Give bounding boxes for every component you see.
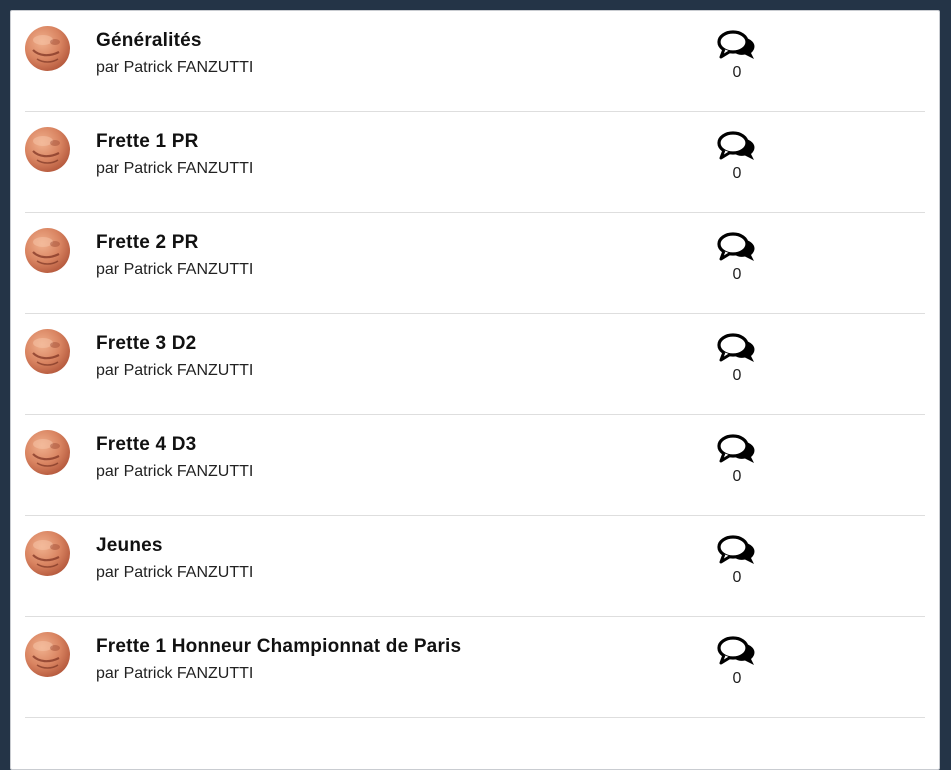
reply-count-block: 0 <box>715 30 759 82</box>
topic-author: par Patrick FANZUTTI <box>96 564 254 581</box>
topic-author: par Patrick FANZUTTI <box>96 59 254 76</box>
reply-count-block: 0 <box>715 535 759 587</box>
topic-title[interactable]: Frette 1 PR <box>96 131 199 153</box>
avatar-face-icon <box>32 540 60 568</box>
reply-count: 0 <box>732 367 742 384</box>
avatar-face-icon <box>32 641 60 669</box>
topic-author: par Patrick FANZUTTI <box>96 160 254 177</box>
user-avatar[interactable] <box>25 127 70 172</box>
comments-icon <box>717 636 755 665</box>
topic-author: par Patrick FANZUTTI <box>96 362 254 379</box>
reply-count: 0 <box>732 266 742 283</box>
topic-title[interactable]: Frette 2 PR <box>96 232 199 254</box>
topic-author: par Patrick FANZUTTI <box>96 261 254 278</box>
reply-count: 0 <box>732 569 742 586</box>
topic-row[interactable]: Frette 2 PR par Patrick FANZUTTI 0 <box>25 213 925 314</box>
user-avatar[interactable] <box>25 531 70 576</box>
reply-count: 0 <box>732 165 742 182</box>
comments-icon <box>717 333 755 362</box>
topic-title[interactable]: Frette 3 D2 <box>96 333 196 355</box>
topic-row[interactable]: Frette 3 D2 par Patrick FANZUTTI 0 <box>25 314 925 415</box>
topic-title[interactable]: Frette 4 D3 <box>96 434 196 456</box>
reply-count-block: 0 <box>715 333 759 385</box>
user-avatar[interactable] <box>25 632 70 677</box>
topic-title[interactable]: Frette 1 Honneur Championnat de Paris <box>96 636 461 658</box>
topic-row[interactable]: Jeunes par Patrick FANZUTTI 0 <box>25 516 925 617</box>
user-avatar[interactable] <box>25 430 70 475</box>
reply-count-block: 0 <box>715 434 759 486</box>
reply-count: 0 <box>732 468 742 485</box>
reply-count: 0 <box>732 670 742 687</box>
avatar-face-icon <box>32 338 60 366</box>
topic-author: par Patrick FANZUTTI <box>96 665 254 682</box>
forum-panel: Généralités par Patrick FANZUTTI 0 Frett… <box>10 10 940 770</box>
topic-list: Généralités par Patrick FANZUTTI 0 Frett… <box>25 11 925 718</box>
topic-row[interactable]: Frette 1 PR par Patrick FANZUTTI 0 <box>25 112 925 213</box>
reply-count-block: 0 <box>715 636 759 688</box>
topic-title[interactable]: Jeunes <box>96 535 163 557</box>
comments-icon <box>717 535 755 564</box>
reply-count-block: 0 <box>715 232 759 284</box>
user-avatar[interactable] <box>25 329 70 374</box>
comments-icon <box>717 30 755 59</box>
topic-row[interactable]: Frette 4 D3 par Patrick FANZUTTI 0 <box>25 415 925 516</box>
avatar-face-icon <box>32 439 60 467</box>
topic-row[interactable]: Frette 1 Honneur Championnat de Paris pa… <box>25 617 925 718</box>
user-avatar[interactable] <box>25 228 70 273</box>
topic-row[interactable]: Généralités par Patrick FANZUTTI 0 <box>25 11 925 112</box>
comments-icon <box>717 434 755 463</box>
comments-icon <box>717 232 755 261</box>
comments-icon <box>717 131 755 160</box>
topic-title[interactable]: Généralités <box>96 30 202 52</box>
avatar-face-icon <box>32 136 60 164</box>
topic-author: par Patrick FANZUTTI <box>96 463 254 480</box>
avatar-face-icon <box>32 237 60 265</box>
user-avatar[interactable] <box>25 26 70 71</box>
reply-count-block: 0 <box>715 131 759 183</box>
avatar-face-icon <box>32 35 60 63</box>
reply-count: 0 <box>732 64 742 81</box>
